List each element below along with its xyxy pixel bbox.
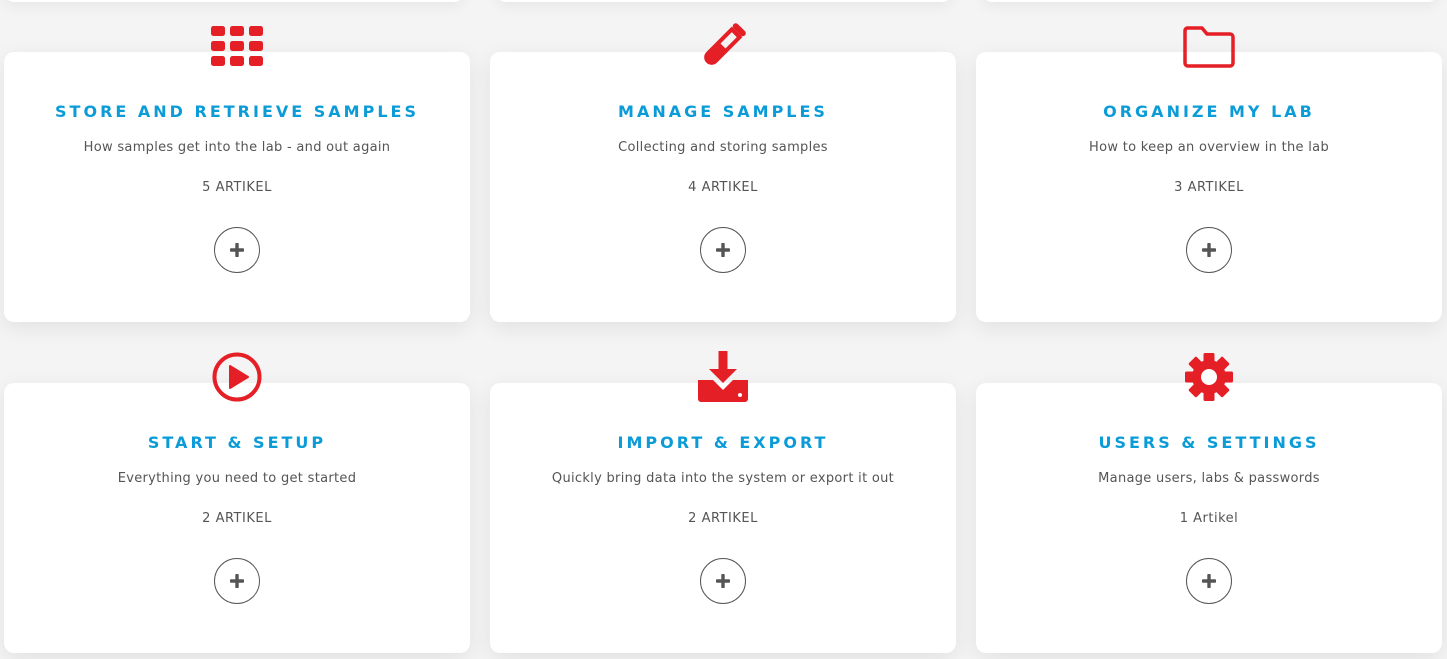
expand-button[interactable] [214,227,260,273]
category-description: Quickly bring data into the system or ex… [551,471,895,486]
category-description: Collecting and storing samples [618,140,828,155]
article-count: 3 ARTIKEL [1174,180,1244,195]
category-description: How samples get into the lab - and out a… [83,140,391,155]
category-card-organize-my-lab[interactable]: ORGANIZE MY LAB How to keep an overview … [976,26,1442,322]
partial-card-above [982,0,1438,2]
category-title[interactable]: MANAGE SAMPLES [490,102,956,121]
plus-icon [230,243,244,257]
plus-icon [716,243,730,257]
expand-button[interactable] [1186,558,1232,604]
expand-button[interactable] [1186,227,1232,273]
partial-card-above [4,0,464,2]
expand-button[interactable] [700,558,746,604]
grid-icon [209,18,265,74]
category-grid: STORE AND RETRIEVE SAMPLES How samples g… [0,0,1447,659]
folder-icon [1181,18,1237,74]
article-count: 2 ARTIKEL [688,511,758,526]
test-tube-icon [695,18,751,74]
category-title[interactable]: START & SETUP [4,433,470,452]
category-card-users-and-settings[interactable]: USERS & SETTINGS Manage users, labs & pa… [976,353,1442,653]
category-card-store-and-retrieve-samples[interactable]: STORE AND RETRIEVE SAMPLES How samples g… [4,26,470,322]
download-icon [695,349,751,405]
plus-icon [716,574,730,588]
category-description: Everything you need to get started [117,471,357,486]
expand-button[interactable] [214,558,260,604]
category-description: Manage users, labs & passwords [1098,471,1320,486]
article-count: 2 ARTIKEL [202,511,272,526]
article-count: 5 ARTIKEL [202,180,272,195]
plus-icon [1202,243,1216,257]
category-card-import-and-export[interactable]: IMPORT & EXPORT Quickly bring data into … [490,351,956,653]
category-card-manage-samples[interactable]: MANAGE SAMPLES Collecting and storing sa… [490,23,956,322]
category-description: How to keep an overview in the lab [1089,140,1329,155]
partial-card-above [496,0,952,2]
category-title[interactable]: USERS & SETTINGS [976,433,1442,452]
category-title[interactable]: ORGANIZE MY LAB [976,102,1442,121]
article-count: 4 ARTIKEL [688,180,758,195]
plus-icon [1202,574,1216,588]
expand-button[interactable] [700,227,746,273]
play-circle-icon [209,349,265,405]
plus-icon [230,574,244,588]
category-title[interactable]: STORE AND RETRIEVE SAMPLES [4,102,470,121]
category-title[interactable]: IMPORT & EXPORT [490,433,956,452]
gear-icon [1181,349,1237,405]
article-count: 1 Artikel [1179,511,1239,526]
category-card-start-and-setup[interactable]: START & SETUP Everything you need to get… [4,352,470,653]
